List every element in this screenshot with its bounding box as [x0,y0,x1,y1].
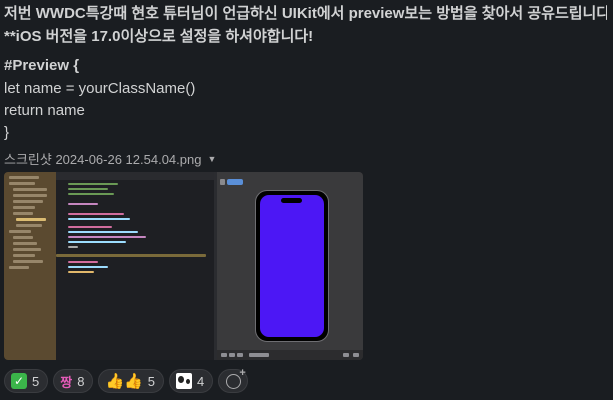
reaction-check[interactable]: ✓ 5 [4,369,49,393]
code-line: let name = yourClassName() [4,80,196,97]
add-reaction-icon [225,367,246,389]
add-reaction-button[interactable] [218,367,249,393]
xcode-navigator [4,172,56,360]
xcode-editor [56,172,214,360]
reaction-jjang[interactable]: 짱 8 [53,369,94,393]
pin-icon [220,179,225,185]
chevron-down-icon[interactable]: ▼ [207,154,216,164]
code-line: #Preview { [4,57,80,74]
iphone-preview [255,190,329,342]
attachment-filename[interactable]: 스크린샷 2024-06-26 12.54.04.png [4,149,201,168]
reaction-count: 5 [32,373,40,389]
code-line: } [4,124,10,141]
reactions-bar: ✓ 5 짱 8 👍👍 5 4 [4,367,249,393]
message-line-2: **iOS 버전을 17.0이상으로 설정을 하셔야합니다! [4,28,314,45]
preview-badge [227,179,243,185]
attachment-image[interactable] [4,172,363,360]
reaction-count: 5 [147,373,156,389]
reaction-count: 8 [77,373,85,389]
attachment-header[interactable]: 스크린샷 2024-06-26 12.54.04.png ▼ [4,149,216,168]
xcode-preview-canvas [214,172,363,360]
phone-screen [260,195,324,337]
white-check-mark-icon: ✓ [11,373,27,389]
thumbsup-pair-icon: 👍👍 [105,372,143,390]
party-cow-icon [176,373,193,389]
jjang-icon: 짱 [60,374,73,390]
reaction-party-cow[interactable]: 4 [169,369,214,393]
canvas-bottom-bar [217,350,363,360]
dynamic-island [281,198,302,203]
code-line: return name [4,102,85,119]
reaction-thumbsup[interactable]: 👍👍 5 [98,369,165,393]
message-line-1: 저번 WWDC특강때 현호 튜터님이 언급하신 UIKit에서 preview보… [4,5,607,22]
reaction-count: 4 [197,373,205,389]
